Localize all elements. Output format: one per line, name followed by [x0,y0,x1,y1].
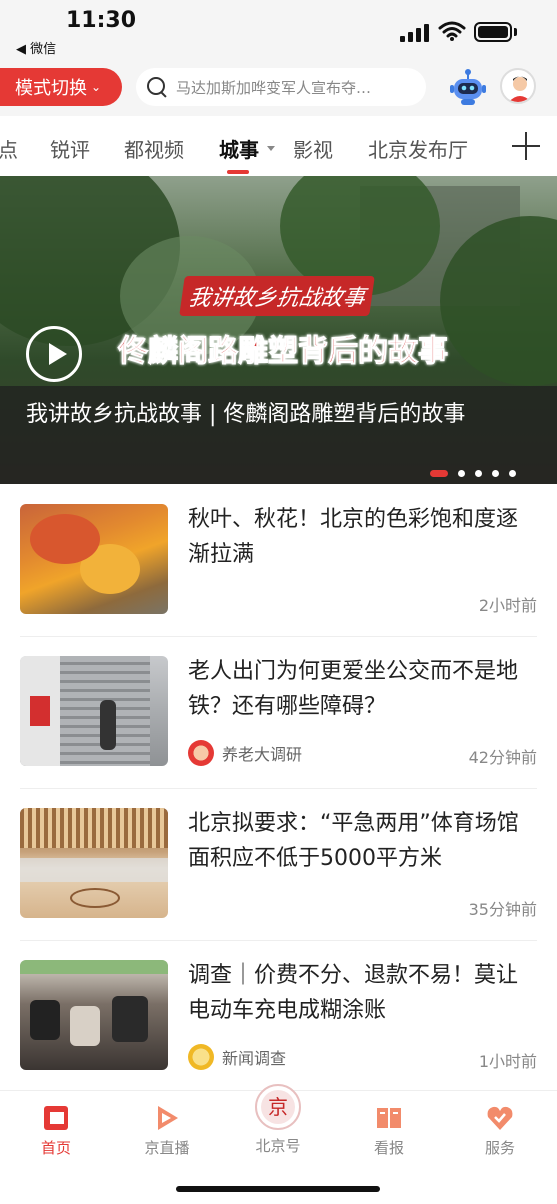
carousel-indicator [430,470,516,477]
news-item[interactable]: 老人出门为何更爱坐公交而不是地铁？还有哪些障碍？ 养老大调研 42分钟前 [0,636,557,788]
tab-ruiping[interactable]: 锐评 [50,134,90,163]
news-title: 调查｜价费不分、退款不易！莫让电动车充电成糊涂账 [188,963,519,1023]
tab-dropdown-caret-icon[interactable] [267,146,275,151]
news-thumbnail-metro-stairs [20,656,168,766]
tab-yingshi[interactable]: 影视 [293,134,333,163]
nav-newspaper[interactable]: 看报 [349,1103,429,1158]
nav-live-label: 京直播 [144,1139,190,1157]
beijing-hao-icon: 京 [254,1083,302,1131]
source-avatar-icon [188,740,214,766]
nav-live[interactable]: 京直播 [127,1103,207,1158]
home-indicator[interactable] [176,1186,380,1192]
channel-tabs: 点 锐评 都视频 城事 影视 北京发布厅 [0,116,557,176]
tab-dushipin[interactable]: 都视频 [124,134,184,163]
news-source-label: 新闻调查 [222,1049,287,1068]
back-to-wechat-link[interactable]: ◀ 微信 [16,38,56,57]
search-placeholder: 马达加斯加哗变军人宣布夺… [176,78,372,97]
status-bar: 11:30 ◀ 微信 [0,0,557,60]
carousel-dot[interactable] [458,470,465,477]
person-icon [508,76,532,102]
news-time: 42分钟前 [468,748,537,767]
news-source[interactable]: 养老大调研 [188,740,302,766]
ai-assistant-robot-icon[interactable] [448,68,488,108]
home-icon [41,1103,71,1133]
carousel-dot[interactable] [492,470,499,477]
svg-text:京: 京 [268,1095,288,1119]
battery-icon [474,22,512,42]
news-item[interactable]: 调查｜价费不分、退款不易！莫让电动车充电成糊涂账 新闻调查 1小时前 [0,940,557,1092]
news-time: 1小时前 [478,1052,537,1071]
mode-switch-button[interactable]: 模式切换 ⌄ [0,68,122,106]
nav-home-label: 首页 [40,1139,71,1157]
tab-dian[interactable]: 点 [0,134,18,163]
tab-chengshi[interactable]: 城事 [219,134,259,163]
news-time: 35分钟前 [468,900,537,919]
news-item[interactable]: 秋叶、秋花！北京的色彩饱和度逐渐拉满 2小时前 [0,484,557,636]
mode-switch-label: 模式切换 [14,78,87,99]
user-avatar[interactable] [500,68,536,104]
carousel-dot[interactable] [509,470,516,477]
cellular-signal-icon [400,24,429,42]
status-time: 11:30 [66,8,137,33]
news-thumbnail-ebike-charging [20,960,168,1070]
source-avatar-icon [188,1044,214,1070]
search-bar[interactable]: 马达加斯加哗变军人宣布夺… [136,68,426,106]
news-time: 2小时前 [478,596,537,615]
news-thumbnail-gymnasium [20,808,168,918]
news-title: 秋叶、秋花！北京的色彩饱和度逐渐拉满 [188,507,519,567]
banner-overlay-title: 佟麟阁路雕塑背后的故事 [118,334,449,370]
news-title: 北京拟要求：“平急两用”体育场馆面积应不低于5000平方米 [188,811,519,871]
banner-ribbon: 我讲故乡抗战故事 [179,276,375,316]
news-source-label: 养老大调研 [222,745,303,764]
battery-tip [514,28,517,36]
nav-home[interactable]: 首页 [16,1103,96,1158]
nav-newspaper-label: 看报 [373,1139,404,1157]
hero-banner[interactable]: 我讲故乡抗战故事 佟麟阁路雕塑背后的故事 我讲故乡抗战故事 | 佟麟阁路雕塑背后… [0,176,557,484]
news-thumbnail-autumn-leaves [20,504,168,614]
newspaper-icon [374,1103,404,1133]
news-source[interactable]: 新闻调查 [188,1044,286,1070]
active-tab-indicator [227,170,249,174]
play-icon[interactable] [26,326,82,382]
carousel-dot-active[interactable] [430,470,448,477]
service-icon [485,1103,515,1133]
wifi-icon [438,21,466,41]
chevron-down-icon: ⌄ [90,80,102,94]
carousel-dot[interactable] [475,470,482,477]
nav-beijing-hao[interactable]: 京 北京号 [238,1083,318,1156]
news-title: 老人出门为何更爱坐公交而不是地铁？还有哪些障碍？ [188,659,519,719]
search-icon [146,76,168,98]
add-channel-plus-icon[interactable] [512,132,540,160]
tab-beijing-fabuting[interactable]: 北京发布厅 [368,134,468,163]
live-icon [152,1103,182,1133]
top-header: 模式切换 ⌄ 马达加斯加哗变军人宣布夺… [0,60,557,116]
nav-beijing-hao-label: 北京号 [255,1137,301,1155]
nav-service[interactable]: 服务 [460,1103,540,1158]
nav-service-label: 服务 [484,1139,515,1157]
news-item[interactable]: 北京拟要求：“平急两用”体育场馆面积应不低于5000平方米 35分钟前 [0,788,557,940]
banner-caption: 我讲故乡抗战故事 | 佟麟阁路雕塑背后的故事 [26,402,466,427]
